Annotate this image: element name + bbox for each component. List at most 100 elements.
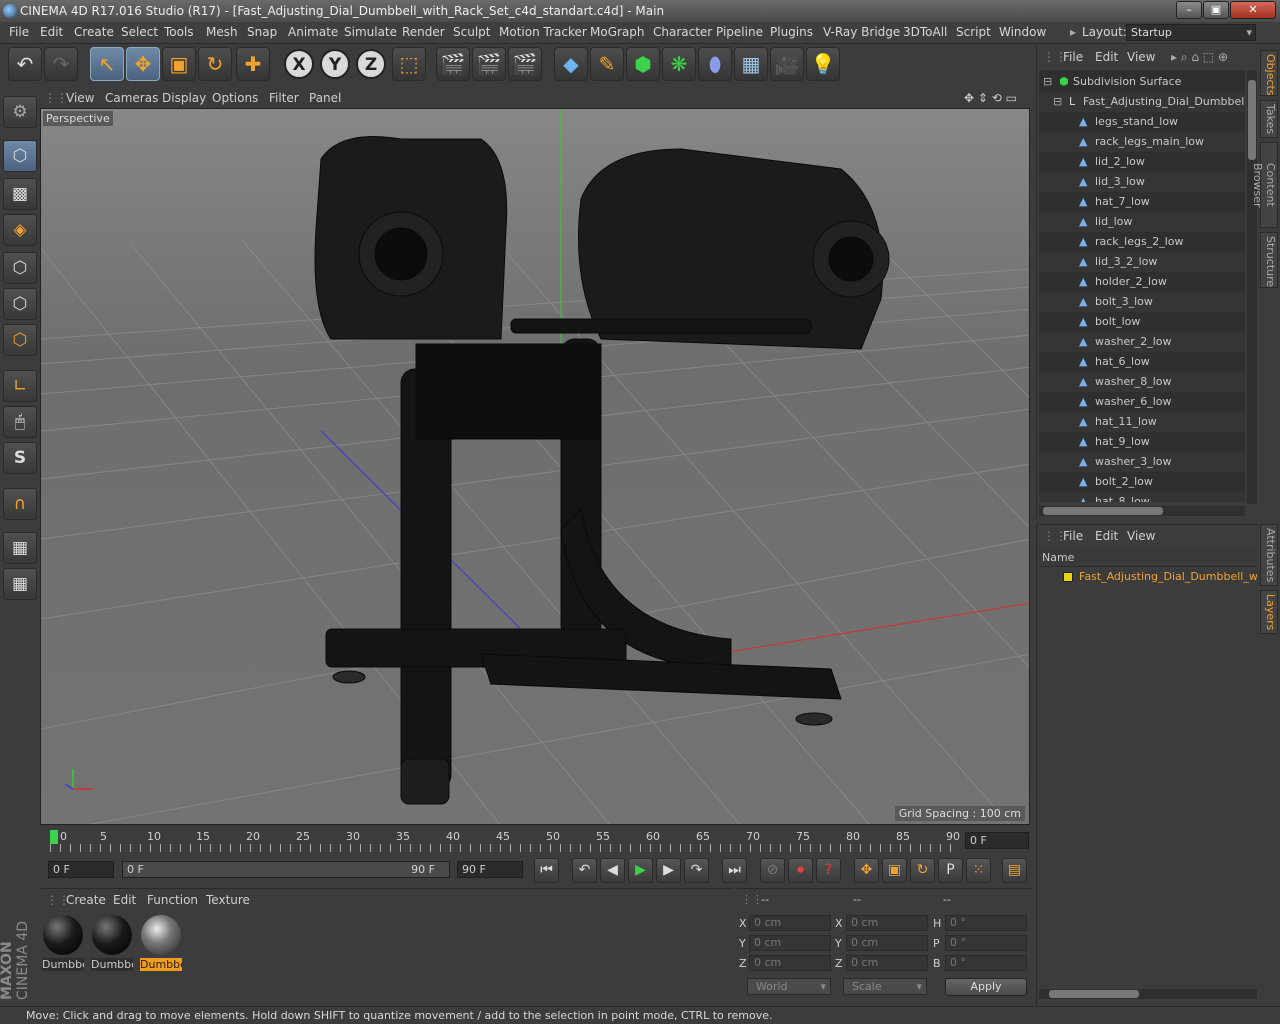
live-selection-tool[interactable]: ↖: [90, 47, 124, 81]
perspective-viewport[interactable]: Perspective Grid Spacing : 100 cm: [40, 108, 1030, 825]
viewport-navigate-icons[interactable]: ✥ ⇕ ⟲ ▭: [964, 91, 1017, 105]
timeline-window-icon[interactable]: ▤: [1002, 858, 1027, 883]
object-menu-edit[interactable]: Edit: [1095, 50, 1118, 64]
tree-item[interactable]: ▲ lid_3_2_low: [1039, 252, 1245, 272]
object-toolbar-icons[interactable]: ▸ ⌕ ⌂ ⬚ ⊕: [1171, 50, 1228, 65]
playhead-marker[interactable]: [50, 830, 58, 844]
key-parameter-icon[interactable]: P: [938, 858, 963, 883]
layer-horizontal-scrollbar[interactable]: [1039, 989, 1257, 999]
tab-takes[interactable]: Takes: [1260, 100, 1278, 138]
tree-item[interactable]: ▲ washer_6_low: [1039, 392, 1245, 412]
layer-menu-file[interactable]: File: [1063, 529, 1083, 543]
tab-layers[interactable]: Layers: [1260, 590, 1278, 634]
scale-tool[interactable]: ▣: [162, 47, 196, 81]
recent-tool-button[interactable]: ✚: [236, 47, 270, 81]
solo-mode-icon[interactable]: S: [3, 442, 37, 474]
tree-item[interactable]: ▲ rack_legs_2_low: [1039, 232, 1245, 252]
layer-menu-view[interactable]: View: [1127, 529, 1155, 543]
record-keys-icon[interactable]: ⊘: [760, 858, 785, 883]
model-mode-icon[interactable]: ⬡: [3, 140, 37, 172]
material-menu-function[interactable]: Function: [147, 893, 198, 907]
material-swatch-selected[interactable]: Dumbbell: [140, 915, 182, 971]
menu-vray-bridge[interactable]: V-Ray Bridge: [823, 25, 900, 39]
tree-item[interactable]: ▲ bolt_3_low: [1039, 292, 1245, 312]
scrollbar-thumb[interactable]: [1049, 990, 1139, 998]
max-time-field[interactable]: 90 F: [457, 861, 523, 878]
autokeying-icon[interactable]: ⏺: [788, 858, 813, 883]
menu-plugins[interactable]: Plugins: [770, 25, 813, 39]
keyframe-selection-icon[interactable]: ?: [816, 858, 841, 883]
menu-sculpt[interactable]: Sculpt: [453, 25, 490, 39]
tree-item-subdivision-surface[interactable]: ⊟ ⬢ Subdivision Surface: [1039, 72, 1245, 92]
menu-overflow-arrow-icon[interactable]: ▸: [1070, 25, 1076, 39]
tweak-mode-icon[interactable]: 🖱: [3, 406, 37, 438]
material-swatch[interactable]: Dumbbell: [42, 915, 84, 971]
material-swatch[interactable]: Dumbbell: [91, 915, 133, 971]
pen-spline-icon[interactable]: ✎: [590, 47, 624, 81]
menu-select[interactable]: Select: [121, 25, 158, 39]
object-menu-file[interactable]: File: [1063, 50, 1083, 64]
tab-structure[interactable]: Structure: [1260, 232, 1278, 288]
tree-item[interactable]: ▲ bolt_2_low: [1039, 472, 1245, 492]
tree-item[interactable]: ▲ lid_3_low: [1039, 172, 1245, 192]
key-scale-icon[interactable]: ▣: [882, 858, 907, 883]
tree-item[interactable]: ▲ hat_11_low: [1039, 412, 1245, 432]
tree-item[interactable]: ▲ hat_6_low: [1039, 352, 1245, 372]
object-tree-horizontal-scrollbar[interactable]: [1039, 506, 1245, 516]
polygons-mode-icon[interactable]: ⬡: [3, 324, 37, 356]
tree-item[interactable]: ▲ washer_3_low: [1039, 452, 1245, 472]
menu-mesh[interactable]: Mesh: [206, 25, 238, 39]
tree-item[interactable]: ▲ rack_legs_main_low: [1039, 132, 1245, 152]
tree-item[interactable]: ▲ legs_stand_low: [1039, 112, 1245, 132]
viewport-menu-view[interactable]: View: [66, 91, 94, 105]
redo-button[interactable]: ↷: [44, 47, 78, 81]
tree-item[interactable]: ▲ washer_8_low: [1039, 372, 1245, 392]
tree-item[interactable]: ▲ lid_low: [1039, 212, 1245, 232]
undo-button[interactable]: ↶: [8, 47, 42, 81]
subdivision-generator-icon[interactable]: ⬢: [626, 47, 660, 81]
workplane-lock-icon[interactable]: ▦: [3, 532, 37, 564]
previous-frame-icon[interactable]: ◀: [600, 858, 625, 883]
previous-key-icon[interactable]: ↶: [572, 858, 597, 883]
edges-mode-icon[interactable]: ⬡: [3, 288, 37, 320]
min-time-field[interactable]: 0 F: [48, 861, 114, 878]
menu-snap[interactable]: Snap: [247, 25, 277, 39]
size-y-field[interactable]: 0 cm: [846, 935, 928, 951]
object-tree-vertical-scrollbar[interactable]: [1247, 70, 1257, 504]
render-picture-viewer-icon[interactable]: 🎬: [472, 47, 506, 81]
workplane-mode-icon[interactable]: ◈: [3, 214, 37, 246]
viewport-menu-filter[interactable]: Filter: [269, 91, 299, 105]
menu-character[interactable]: Character: [653, 25, 712, 39]
apply-button[interactable]: Apply: [945, 978, 1027, 996]
menu-script[interactable]: Script: [956, 25, 991, 39]
viewport-menu-display[interactable]: Display: [162, 91, 206, 105]
viewport-menu-cameras[interactable]: Cameras: [105, 91, 158, 105]
x-axis-lock-button[interactable]: X: [284, 49, 314, 79]
size-mode-select[interactable]: Scale ▾: [843, 978, 927, 995]
menu-edit[interactable]: Edit: [40, 25, 63, 39]
workplane-align-icon[interactable]: ▦: [3, 568, 37, 600]
points-mode-icon[interactable]: ⬡: [3, 252, 37, 284]
scrollbar-thumb[interactable]: [1043, 507, 1163, 515]
deformer-icon[interactable]: ⬮: [698, 47, 732, 81]
camera-icon[interactable]: 🎥: [770, 47, 804, 81]
render-view-icon[interactable]: 🎬: [436, 47, 470, 81]
axis-mode-icon[interactable]: ∟: [3, 370, 37, 402]
tree-item[interactable]: ▲ hat_9_low: [1039, 432, 1245, 452]
maximize-button[interactable]: ▣: [1203, 1, 1229, 19]
position-x-field[interactable]: 0 cm: [749, 915, 831, 931]
cloner-icon[interactable]: ❋: [662, 47, 696, 81]
coordinate-system-button[interactable]: ⬚: [392, 47, 426, 81]
key-rotation-icon[interactable]: ↻: [910, 858, 935, 883]
menu-render[interactable]: Render: [402, 25, 445, 39]
tree-item[interactable]: ▲ hat_8_low: [1039, 492, 1245, 502]
position-z-field[interactable]: 0 cm: [749, 955, 831, 971]
rotate-tool[interactable]: ↻: [198, 47, 232, 81]
snap-magnet-icon[interactable]: ∩: [3, 488, 37, 520]
y-axis-lock-button[interactable]: Y: [320, 49, 350, 79]
object-tree[interactable]: ⊟ ⬢ Subdivision Surface ⊟ L Fast_Adjusti…: [1039, 70, 1245, 502]
menu-window[interactable]: Window: [999, 25, 1046, 39]
menu-create[interactable]: Create: [74, 25, 114, 39]
layer-row[interactable]: Fast_Adjusting_Dial_Dumbbell_with: [1039, 568, 1257, 586]
go-to-end-icon[interactable]: ⏭: [722, 858, 747, 883]
